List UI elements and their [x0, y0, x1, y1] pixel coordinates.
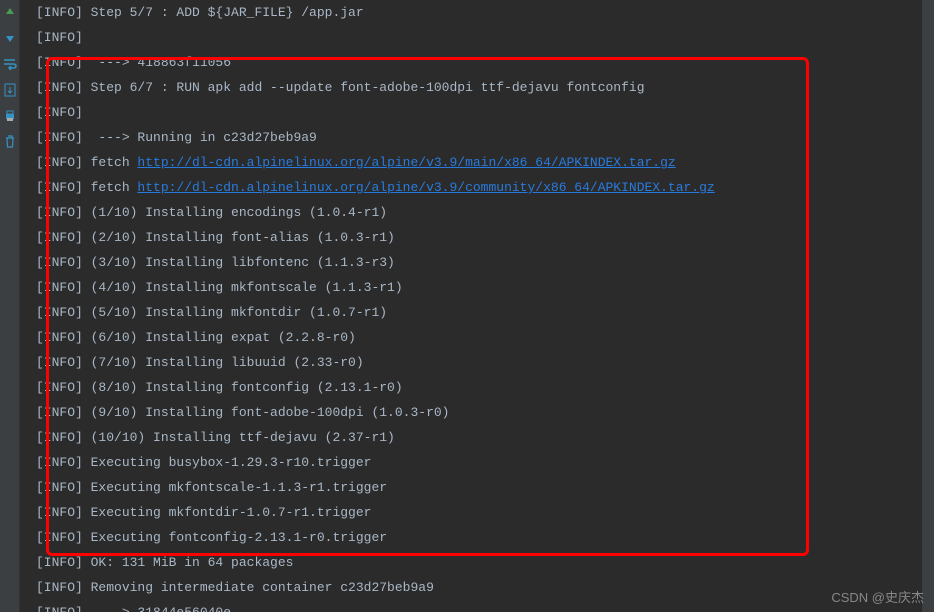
log-line: [INFO] ---> Running in c23d27beb9a9 [36, 125, 918, 150]
console-output: [INFO] Step 5/7 : ADD ${JAR_FILE} /app.j… [20, 0, 934, 612]
log-text: Executing mkfontdir-1.0.7-r1.trigger [83, 505, 372, 520]
log-line: [INFO] (7/10) Installing libuuid (2.33-r… [36, 350, 918, 375]
log-text: (4/10) Installing mkfontscale (1.1.3-r1) [83, 280, 403, 295]
log-text: ---> Running in c23d27beb9a9 [83, 130, 317, 145]
scroll-icon[interactable] [2, 82, 18, 98]
log-line: [INFO] [36, 25, 918, 50]
log-prefix: [INFO] [36, 255, 83, 270]
log-prefix: [INFO] [36, 580, 83, 595]
log-line: [INFO] (4/10) Installing mkfontscale (1.… [36, 275, 918, 300]
log-line: [INFO] Step 5/7 : ADD ${JAR_FILE} /app.j… [36, 0, 918, 25]
scrollbar[interactable] [922, 0, 934, 612]
log-line: [INFO] Removing intermediate container c… [36, 575, 918, 600]
log-text: (8/10) Installing fontconfig (2.13.1-r0) [83, 380, 403, 395]
log-prefix: [INFO] [36, 55, 83, 70]
arrow-down-icon[interactable] [2, 30, 18, 46]
log-prefix: [INFO] [36, 530, 83, 545]
log-line: [INFO] fetch http://dl-cdn.alpinelinux.o… [36, 150, 918, 175]
log-text: fetch [83, 155, 138, 170]
log-text: Executing fontconfig-2.13.1-r0.trigger [83, 530, 387, 545]
log-text: (1/10) Installing encodings (1.0.4-r1) [83, 205, 387, 220]
log-prefix: [INFO] [36, 155, 83, 170]
log-line: [INFO] Step 6/7 : RUN apk add --update f… [36, 75, 918, 100]
log-prefix: [INFO] [36, 555, 83, 570]
log-line: [INFO] (9/10) Installing font-adobe-100d… [36, 400, 918, 425]
log-text: fetch [83, 180, 138, 195]
log-line: [INFO] [36, 100, 918, 125]
log-line: [INFO] Executing fontconfig-2.13.1-r0.tr… [36, 525, 918, 550]
log-line: [INFO] Executing mkfontscale-1.1.3-r1.tr… [36, 475, 918, 500]
log-text: (2/10) Installing font-alias (1.0.3-r1) [83, 230, 395, 245]
log-prefix: [INFO] [36, 405, 83, 420]
log-text: (10/10) Installing ttf-dejavu (2.37-r1) [83, 430, 395, 445]
log-text: (3/10) Installing libfontenc (1.1.3-r3) [83, 255, 395, 270]
log-area: [INFO] Step 5/7 : ADD ${JAR_FILE} /app.j… [24, 0, 930, 612]
log-text: ---> 418863f11056 [83, 55, 231, 70]
watermark: CSDN @史庆杰 [831, 587, 924, 606]
trash-icon[interactable] [2, 134, 18, 150]
log-prefix: [INFO] [36, 480, 83, 495]
log-prefix: [INFO] [36, 305, 83, 320]
log-prefix: [INFO] [36, 180, 83, 195]
log-prefix: [INFO] [36, 380, 83, 395]
log-prefix: [INFO] [36, 505, 83, 520]
log-text: Step 5/7 : ADD ${JAR_FILE} /app.jar [83, 5, 364, 20]
log-line: [INFO] ---> 418863f11056 [36, 50, 918, 75]
log-prefix: [INFO] [36, 80, 83, 95]
log-link[interactable]: http://dl-cdn.alpinelinux.org/alpine/v3.… [137, 180, 714, 195]
log-text: Executing busybox-1.29.3-r10.trigger [83, 455, 372, 470]
log-prefix: [INFO] [36, 130, 83, 145]
arrow-up-icon[interactable] [2, 4, 18, 20]
log-prefix: [INFO] [36, 430, 83, 445]
log-line: [INFO] (8/10) Installing fontconfig (2.1… [36, 375, 918, 400]
wrap-icon[interactable] [2, 56, 18, 72]
log-text: OK: 131 MiB in 64 packages [83, 555, 294, 570]
log-line: [INFO] OK: 131 MiB in 64 packages [36, 550, 918, 575]
log-text: ---> 31844e56040e [83, 605, 231, 612]
log-text: Step 6/7 : RUN apk add --update font-ado… [83, 80, 645, 95]
log-line: [INFO] ---> 31844e56040e [36, 600, 918, 612]
log-prefix: [INFO] [36, 455, 83, 470]
log-line: [INFO] (5/10) Installing mkfontdir (1.0.… [36, 300, 918, 325]
log-line: [INFO] Executing mkfontdir-1.0.7-r1.trig… [36, 500, 918, 525]
log-text: (6/10) Installing expat (2.2.8-r0) [83, 330, 356, 345]
print-icon[interactable] [2, 108, 18, 124]
log-prefix: [INFO] [36, 605, 83, 612]
log-prefix: [INFO] [36, 230, 83, 245]
log-line: [INFO] (3/10) Installing libfontenc (1.1… [36, 250, 918, 275]
log-link[interactable]: http://dl-cdn.alpinelinux.org/alpine/v3.… [137, 155, 675, 170]
log-line: [INFO] (6/10) Installing expat (2.2.8-r0… [36, 325, 918, 350]
log-prefix: [INFO] [36, 5, 83, 20]
sidebar-toolbar [0, 0, 20, 612]
log-line: [INFO] (1/10) Installing encodings (1.0.… [36, 200, 918, 225]
log-text: (9/10) Installing font-adobe-100dpi (1.0… [83, 405, 450, 420]
log-prefix: [INFO] [36, 330, 83, 345]
log-prefix: [INFO] [36, 355, 83, 370]
log-prefix: [INFO] [36, 30, 83, 45]
log-text: Executing mkfontscale-1.1.3-r1.trigger [83, 480, 387, 495]
log-prefix: [INFO] [36, 280, 83, 295]
log-text: (5/10) Installing mkfontdir (1.0.7-r1) [83, 305, 387, 320]
log-text: (7/10) Installing libuuid (2.33-r0) [83, 355, 364, 370]
log-text: Removing intermediate container c23d27be… [83, 580, 434, 595]
log-line: [INFO] (10/10) Installing ttf-dejavu (2.… [36, 425, 918, 450]
log-line: [INFO] Executing busybox-1.29.3-r10.trig… [36, 450, 918, 475]
log-prefix: [INFO] [36, 205, 83, 220]
log-line: [INFO] fetch http://dl-cdn.alpinelinux.o… [36, 175, 918, 200]
log-line: [INFO] (2/10) Installing font-alias (1.0… [36, 225, 918, 250]
log-prefix: [INFO] [36, 105, 83, 120]
